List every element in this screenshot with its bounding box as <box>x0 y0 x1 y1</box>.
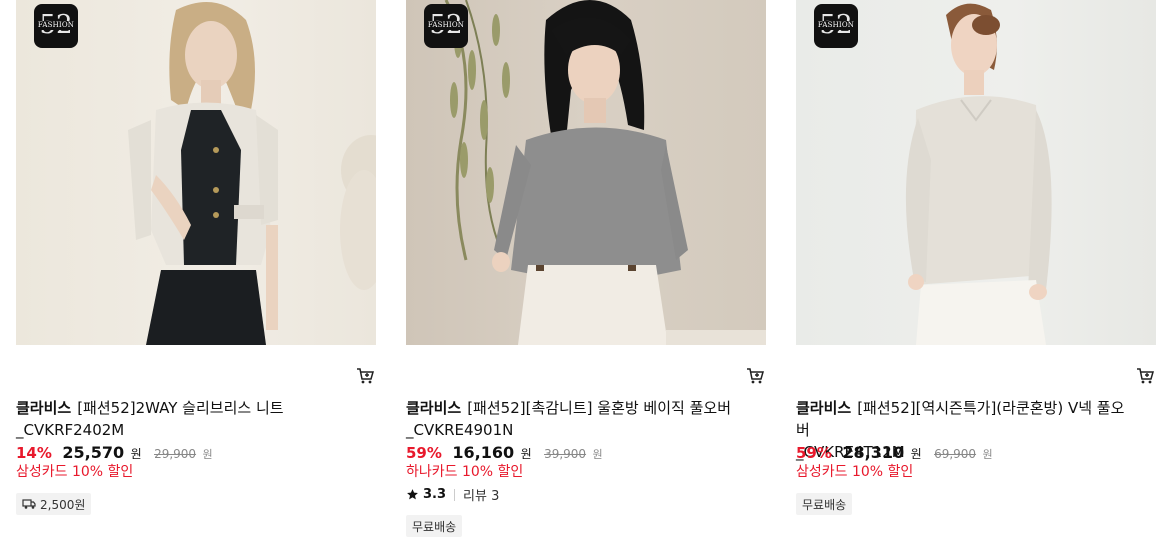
original-price-unit: 원 <box>982 448 993 461</box>
original-price-unit: 원 <box>202 448 213 461</box>
card-discount-promo: 삼성카드 10% 할인 <box>16 464 134 480</box>
brand-name: 클라비스 <box>16 399 72 417</box>
product-card[interactable]: 52 FASHION 클라비스[패션52][역시즌특가](라쿤혼방) V넥 풀오… <box>796 0 1156 515</box>
card-discount-promo: 하나카드 10% 할인 <box>406 464 524 480</box>
original-price: 69,900 <box>934 447 977 461</box>
brand-name: 클라비스 <box>406 399 462 417</box>
cart-icon[interactable] <box>356 367 374 385</box>
rating-score: 3.3 <box>423 487 447 502</box>
cart-icon[interactable] <box>1136 367 1154 385</box>
star-icon <box>407 489 418 500</box>
price-unit: 원 <box>520 447 532 461</box>
price-unit: 원 <box>910 447 922 461</box>
product-title[interactable]: 클라비스 [패션52][촉감니트] 울혼방 베이직 풀오버 _CVKRE4901N <box>406 397 746 441</box>
fashion52-badge: 52 FASHION <box>34 4 78 48</box>
truck-icon <box>22 499 36 509</box>
divider <box>454 488 456 501</box>
original-price-unit: 원 <box>592 448 603 461</box>
cart-icon[interactable] <box>746 367 764 385</box>
sale-price: 16,160 <box>452 443 515 462</box>
product-card[interactable]: 52 FASHION 클라비스 [패션52][촉감니트] 울혼방 베이직 풀오버 … <box>406 0 766 537</box>
product-name: [패션52]2WAY 슬리브리스 니트 <box>77 399 284 417</box>
original-price: 29,900 <box>154 447 197 461</box>
product-image[interactable]: 52 FASHION <box>406 0 766 345</box>
review-count: 리뷰 3 <box>463 489 500 504</box>
sale-price: 28,310 <box>842 443 905 462</box>
free-shipping-chip: 무료배송 <box>796 493 853 515</box>
card-discount-promo: 삼성카드 10% 할인 <box>796 464 914 480</box>
free-shipping-label: 무료배송 <box>802 497 847 512</box>
shipping-fee-chip: 2,500원 <box>16 493 92 515</box>
product-title[interactable]: 클라비스 [패션52]2WAY 슬리브리스 니트 _CVKRF2402M <box>16 397 356 441</box>
product-image[interactable]: 52 FASHION <box>796 0 1156 345</box>
product-code: _CVKRE4901N <box>406 421 514 439</box>
price-unit: 원 <box>130 447 142 461</box>
discount-rate: 14% <box>16 444 52 462</box>
brand-name: 클라비스 <box>796 399 852 417</box>
product-image[interactable]: 52 FASHION <box>16 0 376 345</box>
product-name: [패션52][촉감니트] 울혼방 베이직 풀오버 <box>467 399 732 417</box>
free-shipping-chip: 무료배송 <box>406 515 463 537</box>
fashion52-badge: 52 FASHION <box>424 4 468 48</box>
shipping-fee: 2,500원 <box>40 497 86 512</box>
model-photo <box>444 0 766 345</box>
original-price: 39,900 <box>544 447 587 461</box>
rating-row[interactable]: 3.3 리뷰 3 <box>406 485 499 504</box>
product-code: _CVKRF2402M <box>16 421 125 439</box>
discount-rate: 59% <box>406 444 442 462</box>
product-card[interactable]: 52 FASHION 클라비스 [패션52]2WAY 슬리브리스 니트 _CVKR… <box>16 0 376 515</box>
fashion52-badge: 52 FASHION <box>814 4 858 48</box>
free-shipping-label: 무료배송 <box>412 519 457 534</box>
model-photo <box>905 3 1052 345</box>
discount-rate: 59% <box>796 444 832 462</box>
model-photo <box>128 2 376 345</box>
sale-price: 25,570 <box>62 443 125 462</box>
